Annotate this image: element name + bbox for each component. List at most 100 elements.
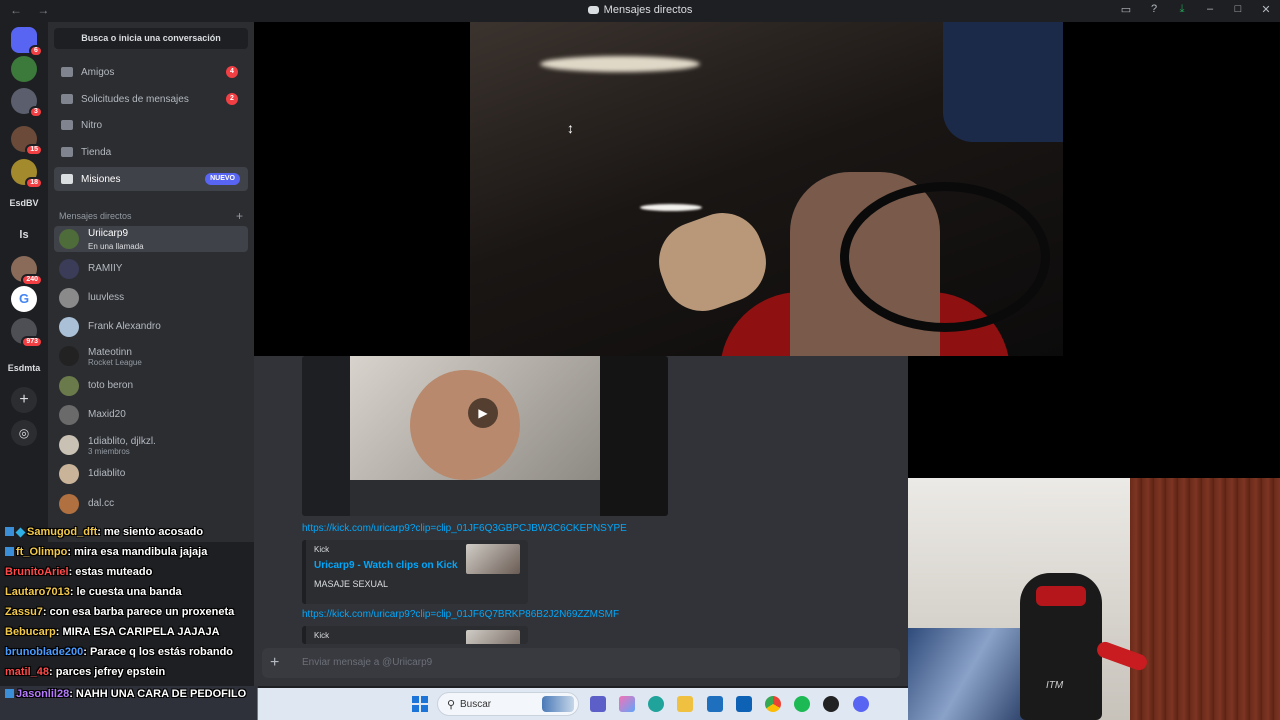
home-button[interactable]: 6 <box>11 27 43 57</box>
dm-item[interactable]: Uriicarp9 En una llamada <box>54 226 248 252</box>
taskbar-search[interactable]: ⚲ Buscar <box>437 692 579 716</box>
chrome-icon[interactable] <box>765 696 781 712</box>
dm-name: luuvless <box>88 292 125 303</box>
steering-wheel <box>840 182 1050 332</box>
dm-item[interactable]: Maxid20 <box>54 402 248 428</box>
play-icon[interactable]: ▶ <box>468 398 498 428</box>
chat-message: : Parace q los estás robando <box>83 646 234 658</box>
file-explorer-icon[interactable] <box>677 696 693 712</box>
create-dm-icon[interactable]: + <box>236 209 243 223</box>
stream-chat-last-line: Jasonlil28: NAHH UNA CARA DE PEDOFILO <box>0 686 258 720</box>
stream-chat-overlay: Samugod_dft: me siento acosado ft_Olimpo… <box>0 522 258 682</box>
clip-link-2[interactable]: https://kick.com/uricarp9?clip=clip_01JF… <box>302 609 619 620</box>
avatar <box>59 435 79 455</box>
discover-button[interactable]: ◎ <box>11 420 37 446</box>
outlook-icon[interactable] <box>736 696 752 712</box>
avatar <box>59 464 79 484</box>
dm-item[interactable]: Frank Alexandro <box>54 314 248 340</box>
chat-user: Jasonlil28 <box>16 688 70 700</box>
sub-badge-icon <box>5 547 14 556</box>
help-icon[interactable]: ? <box>1146 3 1162 16</box>
shop-icon <box>61 147 73 157</box>
server-icon-7[interactable]: 240 <box>11 256 43 286</box>
dm-name: Uriicarp9 <box>88 228 129 239</box>
server-icon-1[interactable] <box>11 56 37 82</box>
clip-thumbnail[interactable]: ▶ <box>302 356 668 516</box>
interior-light <box>640 204 702 211</box>
spotify-icon[interactable] <box>794 696 810 712</box>
nav-message-requests[interactable]: Solicitudes de mensajes 2 <box>54 87 248 111</box>
link-embed-2: Kick <box>302 626 528 644</box>
server-esdbv[interactable]: EsdBV <box>6 190 42 216</box>
dm-name: toto beron <box>88 380 134 391</box>
embed-thumbnail[interactable] <box>466 630 520 644</box>
dm-item[interactable]: Mateotinn Rocket League <box>54 343 248 369</box>
server-esdmta[interactable]: Esdmta <box>6 355 42 381</box>
friends-count: 4 <box>226 66 238 78</box>
stream-chat-line: Samugod_dft: me siento acosado <box>0 522 258 542</box>
message-input[interactable] <box>302 657 862 668</box>
minimize-icon[interactable]: – <box>1202 3 1218 16</box>
copilot-icon[interactable] <box>619 696 635 712</box>
avatar <box>59 376 79 396</box>
avatar <box>59 494 79 514</box>
server-ls[interactable]: ls <box>6 222 42 248</box>
dm-members: 3 miembros <box>88 447 130 456</box>
dm-item[interactable]: RAMIIY <box>54 256 248 282</box>
new-tag: NUEVO <box>205 173 240 185</box>
avatar <box>59 229 79 249</box>
chat-message: : MIRA ESA CARIPELA JAJAJA <box>55 626 220 638</box>
discord-icon[interactable] <box>853 696 869 712</box>
store-icon[interactable] <box>707 696 723 712</box>
inbox-icon[interactable]: ▭ <box>1118 3 1134 16</box>
edge-icon[interactable] <box>648 696 664 712</box>
nav-nitro[interactable]: Nitro <box>54 113 248 137</box>
nav-nitro-label: Nitro <box>81 119 103 131</box>
nav-quests[interactable]: Misiones NUEVO <box>54 167 248 191</box>
chat-message: : mira esa mandibula jajaja <box>67 546 208 558</box>
nav-friends-label: Amigos <box>81 66 115 78</box>
teams-icon[interactable] <box>590 696 606 712</box>
obs-icon[interactable] <box>823 696 839 712</box>
conversation-search[interactable]: Busca o inicia una conversación <box>54 28 248 49</box>
embed-thumbnail[interactable] <box>466 544 520 574</box>
start-icon[interactable] <box>412 696 428 712</box>
server-icon-9[interactable]: 973 <box>11 318 43 348</box>
server-icon-2[interactable]: 3 <box>11 88 43 118</box>
server-badge: 973 <box>21 336 43 348</box>
download-icon[interactable]: ⤓ <box>1174 3 1190 16</box>
server-icon-4[interactable]: 18 <box>11 159 43 189</box>
embed-description: MASAJE SEXUAL <box>314 579 389 589</box>
quests-icon <box>61 174 73 184</box>
add-server-button[interactable]: + <box>11 387 37 413</box>
participant-video[interactable] <box>470 22 1063 356</box>
embed-provider: Kick <box>314 631 330 640</box>
embed-title[interactable]: Uricarp9 - Watch clips on Kick <box>314 560 458 571</box>
nav-friends[interactable]: Amigos 4 <box>54 60 248 84</box>
clip-link-1[interactable]: https://kick.com/uricarp9?clip=clip_01JF… <box>302 523 627 534</box>
chat-message: : estas muteado <box>68 566 153 578</box>
empty-panel <box>908 356 1280 478</box>
thumbnail-face <box>410 370 520 480</box>
call-video-area[interactable] <box>254 22 1280 356</box>
nav-shop[interactable]: Tienda <box>54 140 248 164</box>
avatar <box>59 317 79 337</box>
dm-item[interactable]: 1diablito, djlkzl. 3 miembros <box>54 432 248 458</box>
dm-item[interactable]: 1diablito <box>54 461 248 487</box>
server-icon-8[interactable]: G <box>11 286 37 312</box>
maximize-icon[interactable]: □ <box>1230 3 1246 16</box>
chat-user: brunoblade200 <box>5 646 84 658</box>
home-badge: 6 <box>29 45 43 57</box>
dm-name: Maxid20 <box>88 409 126 420</box>
attach-plus-icon[interactable]: + <box>270 654 279 672</box>
dm-sidebar: Busca o inicia una conversación Amigos 4 … <box>48 22 254 542</box>
dm-item[interactable]: luuvless <box>54 285 248 311</box>
dm-item[interactable]: toto beron <box>54 373 248 399</box>
stream-chat-line: ft_Olimpo: mira esa mandibula jajaja <box>0 542 258 562</box>
window-title: Mensajes directos <box>0 4 1280 16</box>
server-icon-3[interactable]: 15 <box>11 126 43 156</box>
dm-item[interactable]: dal.cc <box>54 491 248 517</box>
avatar <box>59 288 79 308</box>
close-icon[interactable]: ✕ <box>1258 3 1274 16</box>
stream-chat-line: matil_48: parces jefrey epstein <box>0 662 258 682</box>
